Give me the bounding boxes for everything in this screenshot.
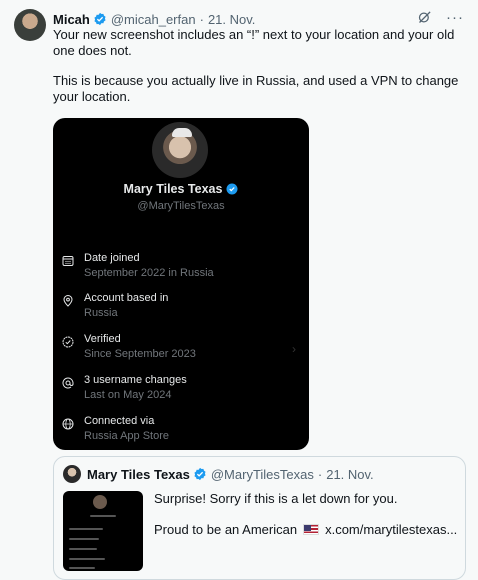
chevron-right-icon: › bbox=[292, 342, 296, 356]
quoted-media-thumbnail[interactable] bbox=[63, 491, 143, 571]
quoted-author-name[interactable]: Mary Tiles Texas bbox=[87, 467, 190, 482]
attached-screenshot[interactable]: Mary Tiles Texas @MaryTilesTexas Date jo… bbox=[53, 118, 309, 450]
us-flag-icon bbox=[303, 523, 320, 535]
quoted-author-handle[interactable]: @MaryTilesTexas bbox=[211, 467, 314, 482]
about-row-verified: Verified Since September 2023 › bbox=[62, 333, 302, 367]
author-avatar[interactable] bbox=[14, 9, 46, 41]
row-label: Verified bbox=[84, 333, 121, 345]
row-label: 3 username changes bbox=[84, 374, 187, 386]
profile-name-row: Mary Tiles Texas bbox=[53, 182, 309, 196]
author-handle[interactable]: @micah_erfan bbox=[111, 12, 196, 27]
quoted-tweet[interactable]: Mary Tiles Texas @MaryTilesTexas · 21. N… bbox=[53, 456, 466, 580]
more-options-icon[interactable]: ··· bbox=[446, 10, 464, 25]
calendar-icon bbox=[62, 256, 74, 266]
verified-badge-icon bbox=[226, 183, 238, 195]
about-row-username-changes: 3 username changes Last on May 2024 bbox=[62, 374, 302, 408]
row-value: September 2022 in Russia bbox=[84, 267, 214, 279]
tweet-paragraph: This is because you actually live in Rus… bbox=[53, 73, 459, 104]
quoted-tweet-header: Mary Tiles Texas @MaryTilesTexas · 21. N… bbox=[63, 465, 374, 483]
tweet-timestamp[interactable]: 21. Nov. bbox=[208, 12, 255, 27]
profile-picture bbox=[152, 122, 208, 178]
quoted-tweet-text: Surprise! Sorry if this is a let down fo… bbox=[154, 491, 459, 537]
verified-check-icon bbox=[62, 336, 74, 348]
about-row-connected-via: Connected via Russia App Store bbox=[62, 415, 302, 449]
quoted-line-2: Proud to be an American x.com/marytilest… bbox=[154, 522, 459, 538]
quoted-link[interactable]: x.com/marytilestexas... bbox=[325, 522, 457, 538]
profile-handle: @MaryTilesTexas bbox=[137, 200, 225, 212]
row-label: Connected via bbox=[84, 415, 155, 427]
tweet-text: Your new screenshot includes an “!” next… bbox=[53, 27, 468, 104]
tweet-paragraph: Your new screenshot includes an “!” next… bbox=[53, 27, 455, 58]
tweet[interactable]: Micah @micah_erfan · 21. Nov. ··· Your n… bbox=[0, 0, 478, 580]
header-actions: ··· bbox=[417, 10, 464, 25]
tweet-header: Micah @micah_erfan · 21. Nov. ··· bbox=[53, 10, 468, 28]
quoted-tweet-timestamp[interactable]: 21. Nov. bbox=[326, 467, 373, 482]
at-sign-icon bbox=[62, 377, 74, 389]
separator-dot: · bbox=[317, 466, 323, 482]
quoted-text: Proud to be an American bbox=[154, 521, 298, 537]
row-value: Last on May 2024 bbox=[84, 389, 172, 401]
row-label: Account based in bbox=[84, 292, 169, 304]
row-value: Russia App Store bbox=[84, 430, 169, 442]
separator-dot: · bbox=[199, 11, 204, 27]
quoted-line: Surprise! Sorry if this is a let down fo… bbox=[154, 491, 398, 506]
row-value: Russia bbox=[84, 307, 118, 319]
row-label: Date joined bbox=[84, 252, 140, 264]
globe-icon bbox=[62, 418, 74, 430]
author-name[interactable]: Micah bbox=[53, 12, 90, 27]
row-value: Since September 2023 bbox=[84, 348, 196, 360]
quoted-author-avatar[interactable] bbox=[63, 465, 81, 483]
location-pin-icon bbox=[63, 295, 73, 307]
about-row-date-joined: Date joined September 2022 in Russia bbox=[62, 252, 302, 286]
about-row-account-based: Account based in Russia bbox=[62, 292, 302, 326]
profile-name: Mary Tiles Texas bbox=[123, 182, 223, 196]
verified-badge-icon bbox=[194, 467, 206, 481]
verified-badge-icon bbox=[94, 12, 106, 26]
grok-icon[interactable] bbox=[417, 10, 432, 25]
